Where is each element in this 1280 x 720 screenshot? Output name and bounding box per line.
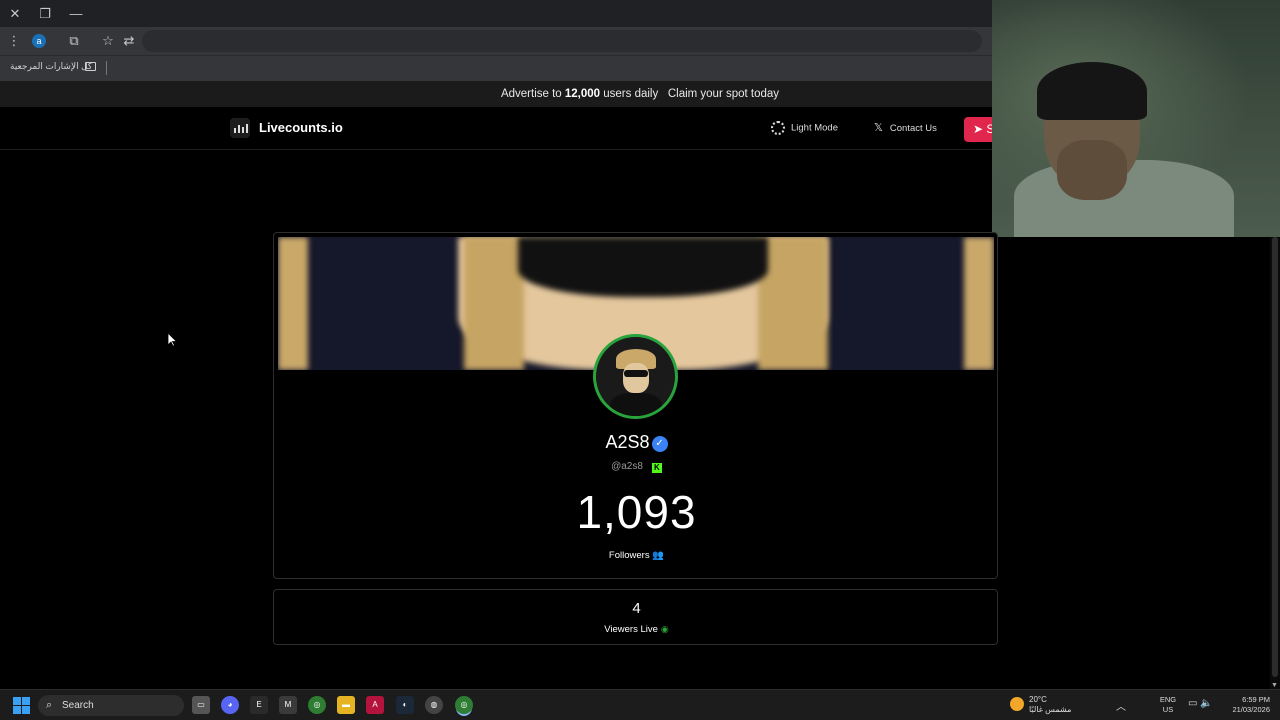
chrome-icon[interactable]: ◎ xyxy=(308,696,326,714)
extensions-icon[interactable]: ⧉ xyxy=(64,31,84,51)
display-name: A2S8 ✓ xyxy=(274,432,997,453)
clock-time: 6:59 PM xyxy=(1242,695,1270,704)
users-icon: 👥 xyxy=(652,550,665,561)
viewers-count: 4 xyxy=(632,600,641,617)
battle-net-icon[interactable]: M xyxy=(279,696,297,714)
windows-taskbar: ⌕ Search ▭ ◕ E M ◎ ▬ A ◐ ◍ ◎ 20°C مشمس غا… xyxy=(0,689,1280,720)
viewers-card: 4 Viewers Live ◉ xyxy=(273,589,998,645)
minimize-window-icon[interactable]: — xyxy=(66,4,86,24)
x-logo-icon: 𝕏 xyxy=(874,122,883,134)
bookmarks-separator xyxy=(106,61,107,75)
rocket-icon: ➤ xyxy=(973,122,984,136)
taskbar-search-placeholder: Search xyxy=(62,700,94,711)
browser-menu-icon[interactable]: ⋮ xyxy=(4,31,24,51)
contact-us-label: Contact Us xyxy=(889,123,937,134)
bookmark-star-icon[interactable]: ☆ xyxy=(98,31,118,51)
network-volume-icon[interactable]: ▭ 🔈 xyxy=(1188,698,1213,709)
viewers-label: Viewers Live ◉ xyxy=(274,624,999,635)
contact-us-link[interactable]: 𝕏 Contact Us xyxy=(874,121,937,134)
page-scrollbar[interactable]: ▼ xyxy=(1270,237,1280,689)
bookmarks-bar: كل الإشارات المرجعية xyxy=(0,55,992,81)
windows-start-icon[interactable] xyxy=(13,697,30,714)
followers-count: 1,093 xyxy=(576,486,697,538)
taskbar-search-box[interactable]: ⌕ Search xyxy=(38,695,184,716)
promo-text-before: Advertise to xyxy=(500,88,565,100)
promo-text-after: users daily xyxy=(600,88,659,100)
system-clock[interactable]: 6:59 PM 21/03/2026 xyxy=(1220,695,1270,715)
viewers-label-text: Viewers Live xyxy=(604,624,658,635)
obs-icon[interactable]: ◍ xyxy=(425,696,443,714)
username-handle: @a2s8 xyxy=(611,461,643,472)
weather-temperature: 20°C xyxy=(1029,695,1047,704)
address-bar[interactable] xyxy=(142,30,982,52)
browser-titlebar: ✕ ❐ — xyxy=(0,0,992,27)
site-logo-text[interactable]: Livecounts.io xyxy=(259,120,343,135)
scroll-down-arrow-icon[interactable]: ▼ xyxy=(1271,682,1278,689)
light-mode-toggle[interactable]: Light Mode xyxy=(771,121,838,135)
restore-window-icon[interactable]: ❐ xyxy=(35,4,55,24)
browser-toolbar: ⋮ a ⧉ ☆ ⇄ xyxy=(0,27,992,55)
chrome-active-icon[interactable]: ◎ xyxy=(455,696,473,714)
weather-description: مشمس غالبًا xyxy=(1029,705,1072,714)
light-mode-label: Light Mode xyxy=(791,122,839,134)
folder-icon xyxy=(85,62,96,71)
language-code: ENG xyxy=(1159,695,1177,704)
clock-date: 21/03/2026 xyxy=(1232,705,1270,714)
verified-badge-icon: ✓ xyxy=(651,436,668,452)
display-name-text: A2S8 xyxy=(605,432,650,452)
profile-avatar-image xyxy=(593,334,678,419)
steam-icon[interactable]: ◐ xyxy=(396,696,414,714)
search-icon: ⌕ xyxy=(46,699,53,711)
translate-icon[interactable]: ⇄ xyxy=(119,31,139,51)
close-window-icon[interactable]: ✕ xyxy=(5,4,25,24)
logo-icon[interactable] xyxy=(230,118,250,138)
kick-logo-icon[interactable]: K xyxy=(651,463,662,473)
promo-claim-link[interactable]: Claim your spot today xyxy=(668,88,779,100)
mouse-cursor-icon xyxy=(167,332,178,352)
sun-weather-icon xyxy=(1010,697,1024,711)
language-region: US xyxy=(1162,705,1174,714)
promo-highlight: 12,000 xyxy=(564,88,601,100)
followers-label-text: Followers xyxy=(608,550,650,561)
followers-label: Followers 👥 xyxy=(274,550,997,561)
app-a-icon[interactable]: A xyxy=(366,696,384,714)
epic-games-icon[interactable]: E xyxy=(250,696,268,714)
sun-icon xyxy=(771,121,785,135)
all-bookmarks-link[interactable]: كل الإشارات المرجعية xyxy=(10,61,92,72)
tray-chevron-icon[interactable]: ︿ xyxy=(1116,698,1126,713)
language-indicator[interactable]: ENG US xyxy=(1157,695,1179,715)
handle-row: @a2s8 K xyxy=(274,461,997,473)
scrollbar-thumb[interactable] xyxy=(1272,237,1278,677)
file-explorer-icon[interactable]: ▬ xyxy=(337,696,355,714)
profile-card: A2S8 ✓ @a2s8 K 1,093 Followers 👥 xyxy=(273,232,998,579)
discord-icon[interactable]: ◕ xyxy=(221,696,239,714)
eye-icon: ◉ xyxy=(660,624,669,634)
webcam-overlay xyxy=(992,0,1280,237)
task-view-icon[interactable]: ▭ xyxy=(192,696,210,714)
profile-avatar[interactable]: a xyxy=(32,34,46,48)
